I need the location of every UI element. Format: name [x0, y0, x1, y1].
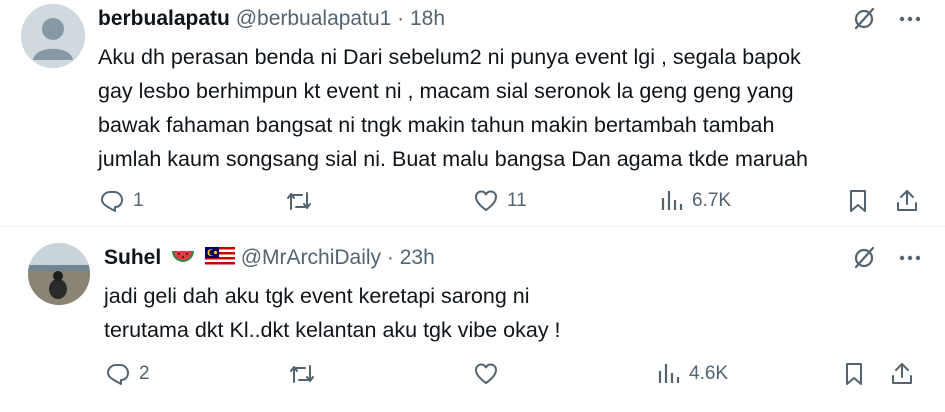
reply-icon	[107, 364, 129, 385]
like-button[interactable]: 11	[473, 186, 527, 216]
grok-icon[interactable]	[851, 6, 877, 32]
display-name[interactable]: Suhel	[104, 246, 161, 269]
share-button[interactable]	[889, 359, 915, 389]
view-count: 6.7K	[692, 190, 732, 211]
like-button[interactable]	[473, 359, 507, 389]
tweet-text-line: jadi geli dah aku tgk event keretapi sar…	[104, 284, 530, 308]
tweet-header: berbualapatu @berbualapatu1 · 18h	[98, 6, 445, 32]
tweet[interactable]: Suhel @MrArchiDaily · 23h jadi geli dah …	[0, 227, 945, 412]
avatar[interactable]	[21, 4, 85, 68]
username[interactable]: @MrArchiDaily	[241, 246, 381, 269]
avatar[interactable]	[28, 243, 90, 305]
views-button[interactable]: 4.6K	[657, 359, 728, 389]
timestamp[interactable]: 18h	[410, 7, 445, 30]
tweet-top-actions	[851, 6, 923, 32]
tweet[interactable]: berbualapatu @berbualapatu1 · 18h Aku dh…	[0, 0, 945, 227]
separator-dot: ·	[386, 246, 394, 269]
like-count: 11	[507, 190, 527, 211]
more-icon[interactable]	[897, 245, 923, 271]
timestamp[interactable]: 23h	[400, 246, 435, 269]
tweet-text-line: terutama dkt Kl..dkt kelantan aku tgk vi…	[104, 318, 561, 342]
views-button[interactable]: 6.7K	[660, 186, 731, 216]
view-count: 4.6K	[689, 363, 729, 384]
views-icon	[661, 191, 683, 210]
retweet-button[interactable]	[288, 359, 324, 389]
reply-icon	[101, 191, 123, 212]
tweet-header: Suhel @MrArchiDaily · 23h	[104, 245, 435, 271]
grok-icon[interactable]	[851, 245, 877, 271]
tweet-text-line: bawak fahaman bangsat ni tngk makin tahu…	[98, 113, 775, 137]
separator-dot: ·	[397, 7, 405, 30]
retweet-button[interactable]	[285, 186, 321, 216]
bookmark-button[interactable]	[842, 359, 866, 389]
reply-button[interactable]: 1	[99, 186, 144, 216]
share-icon	[897, 190, 917, 211]
display-name[interactable]: berbualapatu	[98, 7, 230, 30]
like-icon	[475, 190, 497, 211]
bookmark-icon	[846, 363, 862, 385]
username[interactable]: @berbualapatu1	[236, 7, 392, 30]
reply-count: 1	[133, 190, 144, 211]
share-button[interactable]	[894, 186, 920, 216]
retweet-icon	[287, 192, 311, 210]
more-icon[interactable]	[897, 6, 923, 32]
views-icon	[658, 364, 680, 383]
malaysia-flag-icon	[204, 247, 235, 267]
bookmark-icon	[850, 190, 866, 212]
tweet-text-line: gay lesbo berhimpun kt event ni , macam …	[98, 79, 794, 103]
tweet-text-line: jumlah kaum songsang sial ni. Buat malu …	[98, 147, 808, 171]
tweet-text: Aku dh perasan benda ni Dari sebelum2 ni…	[98, 40, 913, 176]
like-icon	[475, 363, 497, 384]
tweet-top-actions	[851, 245, 923, 271]
default-avatar-icon	[21, 4, 85, 68]
bookmark-button[interactable]	[846, 186, 870, 216]
share-icon	[892, 363, 912, 384]
retweet-icon	[290, 365, 314, 383]
tweet-text-line: Aku dh perasan benda ni Dari sebelum2 ni…	[98, 45, 801, 69]
beach-photo-avatar	[28, 243, 90, 305]
reply-button[interactable]: 2	[105, 359, 150, 389]
tweet-text: jadi geli dah aku tgk event keretapi sar…	[104, 279, 904, 347]
reply-count: 2	[139, 363, 150, 384]
watermelon-emoji-icon	[172, 251, 195, 262]
